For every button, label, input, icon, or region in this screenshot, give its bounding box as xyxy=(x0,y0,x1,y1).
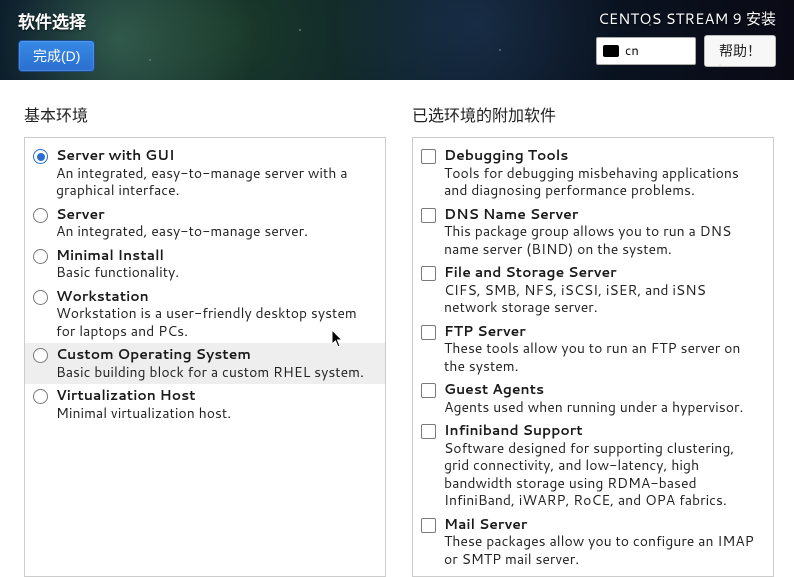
addon-option[interactable]: Mail ServerThese packages allow you to c… xyxy=(413,513,773,572)
option-label: Virtualization Host xyxy=(56,387,231,405)
radio-button[interactable] xyxy=(33,249,48,269)
base-environment-column: 基本环境 Server with GUIAn integrated, easy-… xyxy=(24,102,386,577)
environment-option[interactable]: Virtualization HostMinimal virtualizatio… xyxy=(25,384,385,425)
option-text: ServerAn integrated, easy-to-manage serv… xyxy=(56,206,308,241)
addon-option[interactable]: Guest AgentsAgents used when running und… xyxy=(413,378,773,419)
radio-button[interactable] xyxy=(33,290,48,310)
header-bar: 软件选择 完成(D) CENTOS STREAM 9 安装 cn 帮助！ xyxy=(0,0,794,80)
checkbox[interactable] xyxy=(421,518,436,538)
help-button[interactable]: 帮助！ xyxy=(704,35,776,67)
base-environment-list[interactable]: Server with GUIAn integrated, easy-to-ma… xyxy=(24,137,386,577)
option-text: WorkstationWorkstation is a user-friendl… xyxy=(56,288,375,341)
option-description: An integrated, easy-to-manage server wit… xyxy=(56,165,375,200)
option-text: Minimal InstallBasic functionality. xyxy=(56,247,179,282)
option-description: Workstation is a user-friendly desktop s… xyxy=(56,305,375,340)
option-description: Tools for debugging misbehaving applicat… xyxy=(444,165,763,200)
addon-option[interactable]: File and Storage ServerCIFS, SMB, NFS, i… xyxy=(413,261,773,320)
option-description: Basic functionality. xyxy=(56,264,179,282)
keyboard-layout-label: cn xyxy=(625,42,639,60)
addon-option[interactable]: FTP ServerThese tools allow you to run a… xyxy=(413,320,773,379)
option-description: This package group allows you to run a D… xyxy=(444,223,763,258)
installer-title: CENTOS STREAM 9 安装 xyxy=(598,8,776,29)
radio-button[interactable] xyxy=(33,149,48,169)
option-description: Minimal virtualization host. xyxy=(56,405,231,423)
addons-heading: 已选环境的附加软件 xyxy=(412,102,774,127)
environment-option[interactable]: Server with GUIAn integrated, easy-to-ma… xyxy=(25,144,385,203)
page-title: 软件选择 xyxy=(18,8,95,34)
option-text: Virtualization HostMinimal virtualizatio… xyxy=(56,387,231,422)
option-description: Agents used when running under a hypervi… xyxy=(444,399,743,417)
option-description: These packages allow you to configure an… xyxy=(444,533,763,568)
option-label: Debugging Tools xyxy=(444,147,763,165)
addon-option[interactable]: Network File System ClientEnables the sy… xyxy=(413,571,773,577)
checkbox[interactable] xyxy=(421,149,436,169)
addon-option[interactable]: DNS Name ServerThis package group allows… xyxy=(413,203,773,262)
radio-button[interactable] xyxy=(33,389,48,409)
option-text: Guest AgentsAgents used when running und… xyxy=(444,381,743,416)
option-description: Basic building block for a custom RHEL s… xyxy=(56,364,364,382)
option-label: File and Storage Server xyxy=(444,264,763,282)
addon-option[interactable]: Infiniband SupportSoftware designed for … xyxy=(413,419,773,513)
checkbox[interactable] xyxy=(421,424,436,444)
option-text: FTP ServerThese tools allow you to run a… xyxy=(444,323,763,376)
option-text: Mail ServerThese packages allow you to c… xyxy=(444,516,763,569)
option-text: DNS Name ServerThis package group allows… xyxy=(444,206,763,259)
option-label: Guest Agents xyxy=(444,381,743,399)
environment-option[interactable]: ServerAn integrated, easy-to-manage serv… xyxy=(25,203,385,244)
option-description: CIFS, SMB, NFS, iSCSI, iSER, and iSNS ne… xyxy=(444,282,763,317)
done-button[interactable]: 完成(D) xyxy=(18,40,95,72)
option-label: Server with GUI xyxy=(56,147,375,165)
addons-list[interactable]: Debugging ToolsTools for debugging misbe… xyxy=(412,137,774,577)
keyboard-icon xyxy=(603,45,619,57)
option-text: Server with GUIAn integrated, easy-to-ma… xyxy=(56,147,375,200)
addon-option[interactable]: Debugging ToolsTools for debugging misbe… xyxy=(413,144,773,203)
keyboard-layout-selector[interactable]: cn xyxy=(596,37,696,65)
option-text: Custom Operating SystemBasic building bl… xyxy=(56,346,364,381)
environment-option[interactable]: WorkstationWorkstation is a user-friendl… xyxy=(25,285,385,344)
environment-option[interactable]: Custom Operating SystemBasic building bl… xyxy=(25,343,385,384)
option-label: Custom Operating System xyxy=(56,346,364,364)
option-description: Software designed for supporting cluster… xyxy=(444,440,763,510)
checkbox[interactable] xyxy=(421,208,436,228)
environment-option[interactable]: Minimal InstallBasic functionality. xyxy=(25,244,385,285)
checkbox[interactable] xyxy=(421,266,436,286)
base-environment-heading: 基本环境 xyxy=(24,102,386,127)
option-description: These tools allow you to run an FTP serv… xyxy=(444,340,763,375)
radio-button[interactable] xyxy=(33,348,48,368)
option-text: Debugging ToolsTools for debugging misbe… xyxy=(444,147,763,200)
addons-column: 已选环境的附加软件 Debugging ToolsTools for debug… xyxy=(412,102,774,577)
option-text: File and Storage ServerCIFS, SMB, NFS, i… xyxy=(444,264,763,317)
option-description: An integrated, easy-to-manage server. xyxy=(56,223,308,241)
option-label: Infiniband Support xyxy=(444,422,763,440)
checkbox[interactable] xyxy=(421,383,436,403)
checkbox[interactable] xyxy=(421,325,436,345)
radio-button[interactable] xyxy=(33,208,48,228)
content-area: 基本环境 Server with GUIAn integrated, easy-… xyxy=(0,80,794,577)
option-text: Infiniband SupportSoftware designed for … xyxy=(444,422,763,510)
